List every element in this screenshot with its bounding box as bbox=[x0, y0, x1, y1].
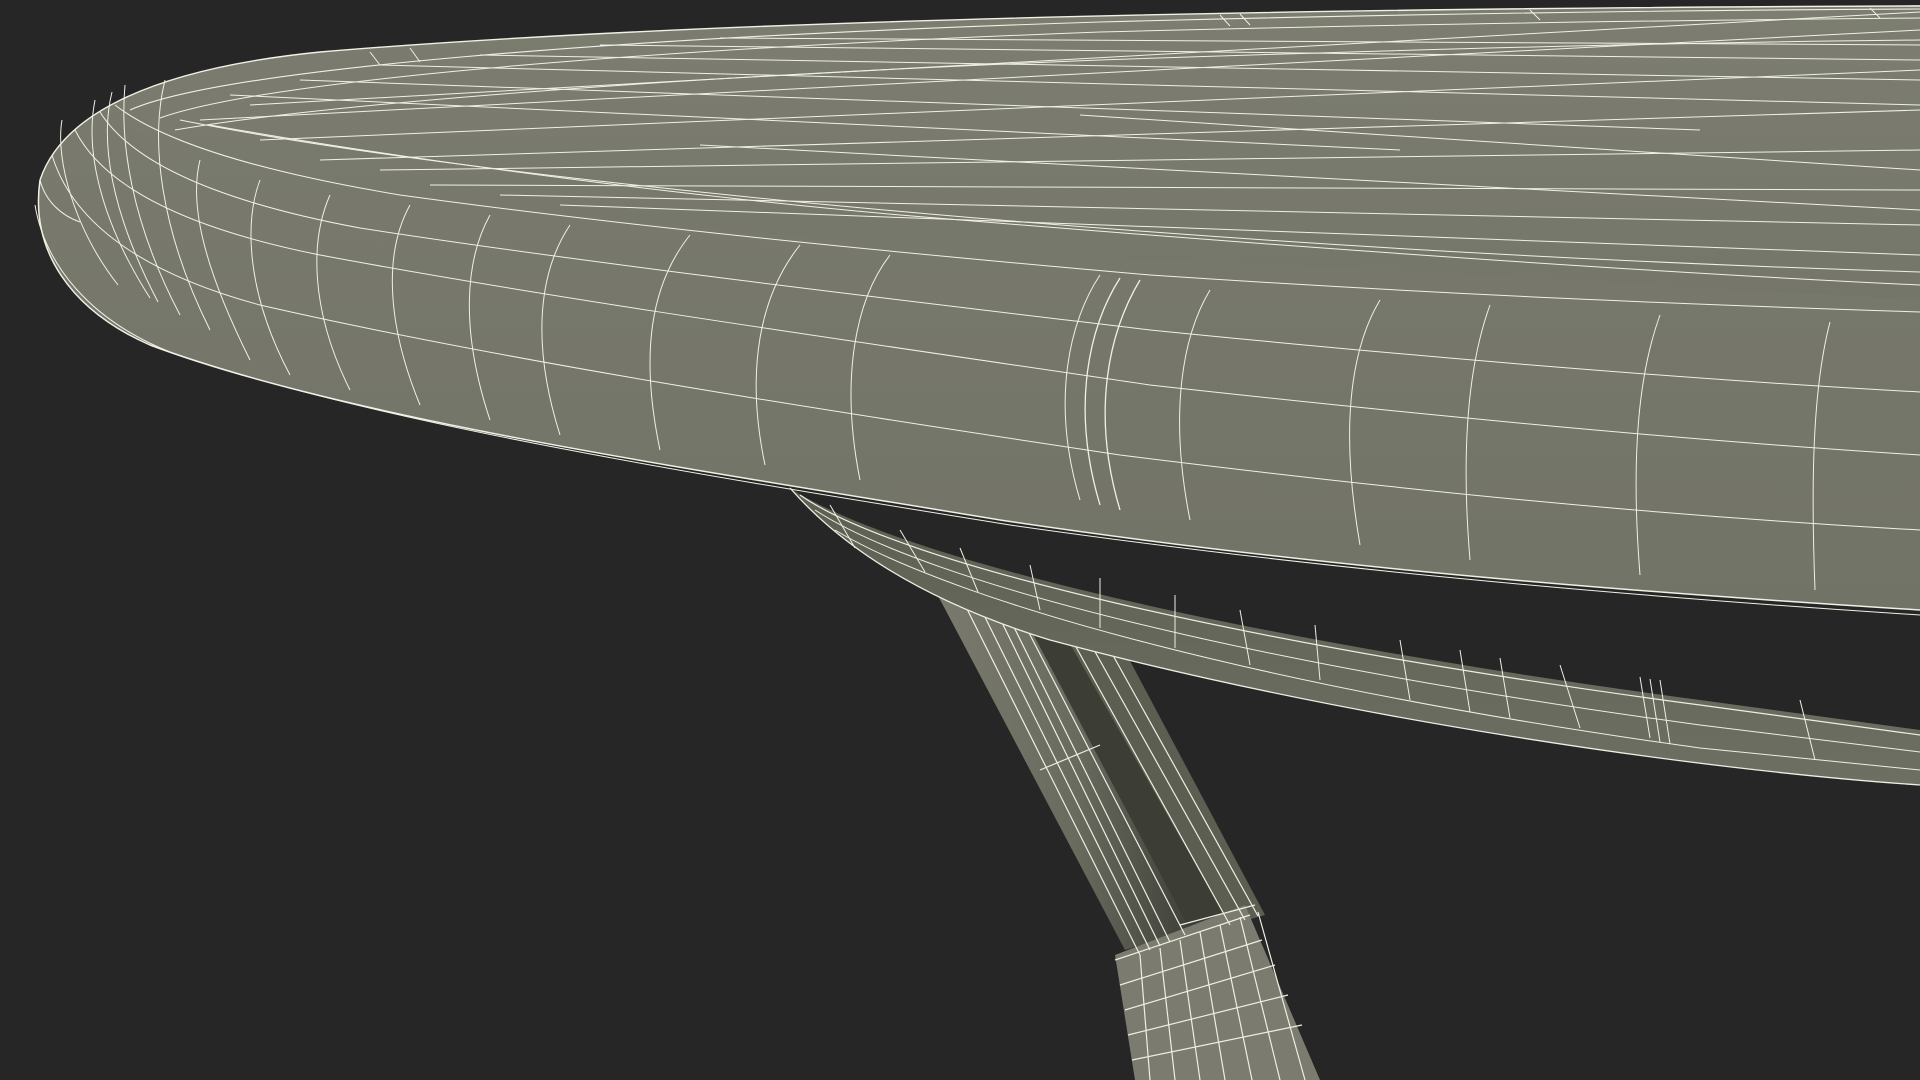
render-viewport bbox=[0, 0, 1920, 1080]
wireframe-render-image bbox=[34, 5, 1920, 1080]
